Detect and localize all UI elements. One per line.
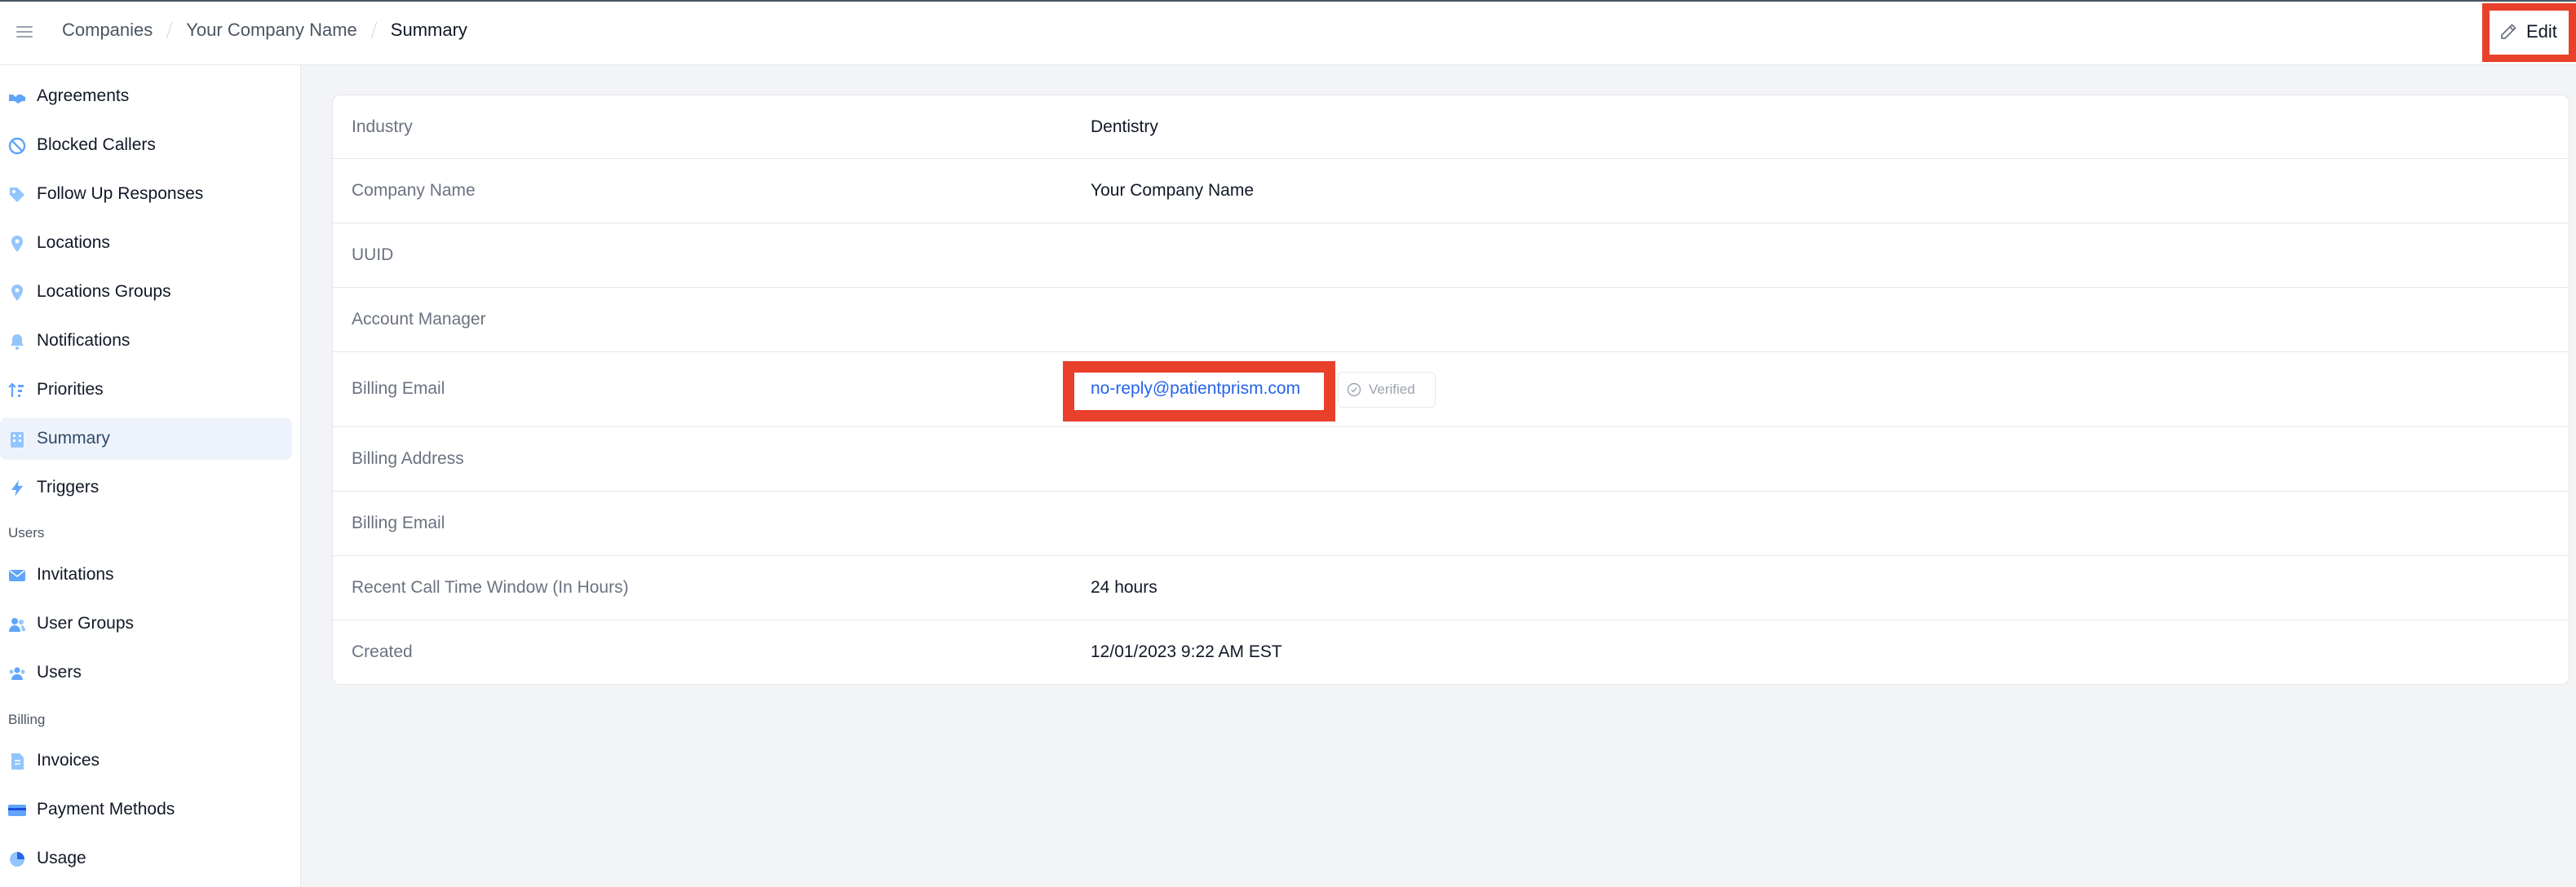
bolt-icon (11, 480, 23, 496)
users-icon (9, 667, 25, 680)
building-icon (11, 432, 24, 448)
pencil-icon (2501, 24, 2516, 39)
pie-chart-icon (10, 852, 24, 867)
summary-card: Industry Dentistry Company Name Your Com… (332, 95, 2569, 685)
breadcrumb: Companies Your Company Name Summary (62, 20, 467, 41)
sidebar-item-users[interactable]: Users (0, 651, 292, 694)
sidebar-item-invoices[interactable]: Invoices (0, 739, 292, 782)
row-label: Account Manager (352, 310, 486, 329)
edit-button-label: Edit (2526, 21, 2557, 42)
hamburger-menu-icon[interactable] (15, 23, 34, 42)
verified-badge: Verified (1338, 372, 1436, 408)
verified-label: Verified (1369, 382, 1415, 397)
row-value: Dentistry (1091, 117, 1158, 136)
tag-icon (10, 188, 24, 202)
sidebar-item-priorities[interactable]: Priorities (0, 368, 292, 411)
sidebar-item-locations[interactable]: Locations (0, 222, 292, 264)
sidebar-item-label: Invoices (37, 751, 100, 770)
sidebar-item-label: Invitations (37, 565, 114, 584)
sidebar-section-billing: Billing (8, 712, 46, 727)
row-label: Industry (352, 117, 413, 136)
row-label: Billing Email (352, 514, 445, 532)
sidebar-item-label: Follow Up Responses (37, 184, 204, 203)
summary-row-recent-call-window: Recent Call Time Window (In Hours) 24 ho… (333, 556, 2569, 620)
sidebar-item-payment-methods[interactable]: Payment Methods (0, 788, 292, 831)
sort-icon (8, 382, 24, 397)
summary-row-uuid: UUID (333, 223, 2569, 288)
bell-icon (11, 334, 24, 350)
row-label: Billing Email (352, 379, 445, 398)
sidebar-item-label: Summary (37, 429, 110, 448)
row-label: Billing Address (352, 449, 464, 468)
sidebar-section-users: Users (8, 525, 45, 541)
sidebar-item-invitations[interactable]: Invitations (0, 554, 292, 596)
row-label: Company Name (352, 181, 476, 200)
sidebar-item-blocked-callers[interactable]: Blocked Callers (0, 124, 292, 166)
sidebar-item-label: Blocked Callers (37, 135, 156, 154)
billing-email-link[interactable]: no-reply@patientprism.com (1091, 379, 1300, 399)
breadcrumb-summary: Summary (390, 20, 467, 40)
document-icon (11, 753, 24, 770)
summary-row-company-name: Company Name Your Company Name (333, 159, 2569, 223)
row-value: 12/01/2023 9:22 AM EST (1091, 642, 1282, 661)
sidebar-item-label: Locations (37, 233, 110, 252)
edit-highlight-box: Edit (2482, 3, 2576, 62)
row-label: Recent Call Time Window (In Hours) (352, 578, 629, 597)
summary-row-billing-email: Billing Email (333, 352, 2569, 427)
row-value: Your Company Name (1091, 181, 1254, 200)
top-bar: Companies Your Company Name Summary Edit (0, 0, 2576, 65)
sidebar: Agreements Blocked Callers Follow Up Res… (0, 65, 301, 887)
location-pin-icon (11, 236, 23, 252)
summary-row-billing-email-2: Billing Email (333, 492, 2569, 556)
sidebar-item-label: Notifications (37, 331, 131, 350)
blocked-icon (8, 137, 26, 155)
location-pin-icon (11, 285, 23, 301)
check-circle-icon (1347, 382, 1361, 397)
user-group-icon (9, 618, 25, 632)
breadcrumb-separator (166, 21, 173, 39)
credit-card-icon (8, 805, 26, 816)
edit-button[interactable]: Edit (2499, 21, 2557, 42)
envelope-icon (9, 570, 25, 581)
handshake-icon (9, 95, 25, 104)
sidebar-item-triggers[interactable]: Triggers (0, 466, 292, 509)
summary-row-industry: Industry Dentistry (333, 95, 2569, 159)
sidebar-item-label: Locations Groups (37, 282, 171, 301)
sidebar-item-notifications[interactable]: Notifications (0, 320, 292, 362)
sidebar-item-label: Users (37, 663, 82, 682)
sidebar-item-follow-up-responses[interactable]: Follow Up Responses (0, 173, 292, 215)
breadcrumb-company-name[interactable]: Your Company Name (186, 20, 357, 41)
row-value: 24 hours (1091, 578, 1157, 597)
sidebar-item-label: Agreements (37, 86, 130, 105)
breadcrumb-separator (370, 21, 378, 39)
sidebar-item-summary[interactable]: Summary (0, 417, 292, 460)
summary-row-account-manager: Account Manager (333, 288, 2569, 352)
summary-row-billing-address: Billing Address (333, 427, 2569, 492)
summary-row-created: Created 12/01/2023 9:22 AM EST (333, 620, 2569, 684)
breadcrumb-companies[interactable]: Companies (62, 20, 153, 41)
sidebar-item-usage[interactable]: Usage (0, 837, 292, 880)
sidebar-item-agreements[interactable]: Agreements (0, 75, 292, 117)
sidebar-item-user-groups[interactable]: User Groups (0, 602, 292, 645)
row-label: Created (352, 642, 413, 661)
sidebar-item-label: Usage (37, 849, 86, 867)
sidebar-item-label: Triggers (37, 478, 100, 496)
sidebar-item-label: User Groups (37, 614, 135, 633)
sidebar-item-label: Priorities (37, 380, 104, 399)
sidebar-item-locations-groups[interactable]: Locations Groups (0, 271, 292, 313)
row-label: UUID (352, 245, 394, 264)
sidebar-item-label: Payment Methods (37, 800, 175, 819)
